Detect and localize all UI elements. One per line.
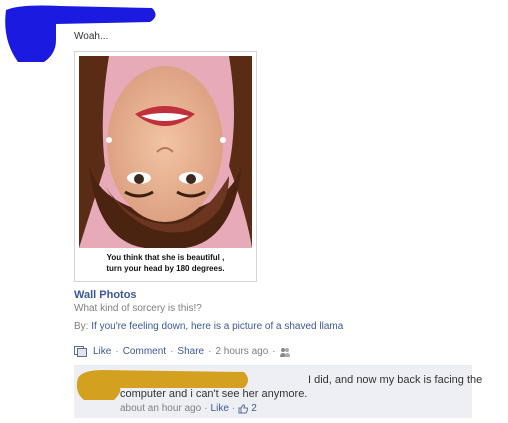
audience-people-icon[interactable] bbox=[279, 347, 290, 357]
post-timestamp[interactable]: 2 hours ago bbox=[215, 346, 268, 357]
album-owner-link[interactable]: If you're feeling down, here is a pictur… bbox=[91, 321, 343, 332]
like-button[interactable]: Like bbox=[93, 346, 111, 357]
comment-like-button[interactable]: Like bbox=[211, 403, 229, 414]
comment: I did, and now my back is facing the com… bbox=[74, 365, 482, 418]
status-text: Woah... bbox=[74, 31, 109, 42]
separator: · bbox=[208, 346, 212, 357]
by-prefix: By: bbox=[74, 321, 89, 332]
comment-button[interactable]: Comment bbox=[123, 346, 166, 357]
share-button[interactable]: Share bbox=[177, 346, 204, 357]
separator: · bbox=[272, 346, 276, 357]
comment-line2: computer and i can't see her anymore. bbox=[120, 388, 308, 400]
separator: · bbox=[170, 346, 174, 357]
album-link-wall-photos[interactable]: Wall Photos bbox=[74, 289, 137, 301]
comment-timestamp[interactable]: about an hour ago bbox=[120, 403, 201, 414]
by-line: By: If you're feeling down, here is a pi… bbox=[74, 321, 343, 332]
upside-down-face-photo[interactable] bbox=[79, 56, 252, 248]
separator: · bbox=[231, 403, 236, 414]
separator: · bbox=[115, 346, 119, 357]
photo-caption-line1: You think that she is beautiful , bbox=[106, 253, 225, 262]
album-description: What kind of sorcery is this!? bbox=[74, 303, 202, 314]
comment-like-count[interactable]: 2 bbox=[251, 403, 257, 414]
photo-caption-line2: turn your head by 180 degrees. bbox=[106, 264, 225, 273]
comment-line1: I did, and now my back is facing the bbox=[308, 374, 483, 386]
comment-meta: about an hour ago · Like · 2 bbox=[120, 403, 257, 414]
photo-caption: You think that she is beautiful , turn y… bbox=[79, 252, 252, 274]
post-actions: Like · Comment · Share · 2 hours ago · bbox=[74, 346, 290, 357]
photo-attachment[interactable]: You think that she is beautiful , turn y… bbox=[74, 51, 257, 282]
separator: · bbox=[204, 403, 208, 414]
thumbs-up-icon[interactable] bbox=[238, 403, 249, 414]
photo-album-icon bbox=[74, 346, 87, 357]
